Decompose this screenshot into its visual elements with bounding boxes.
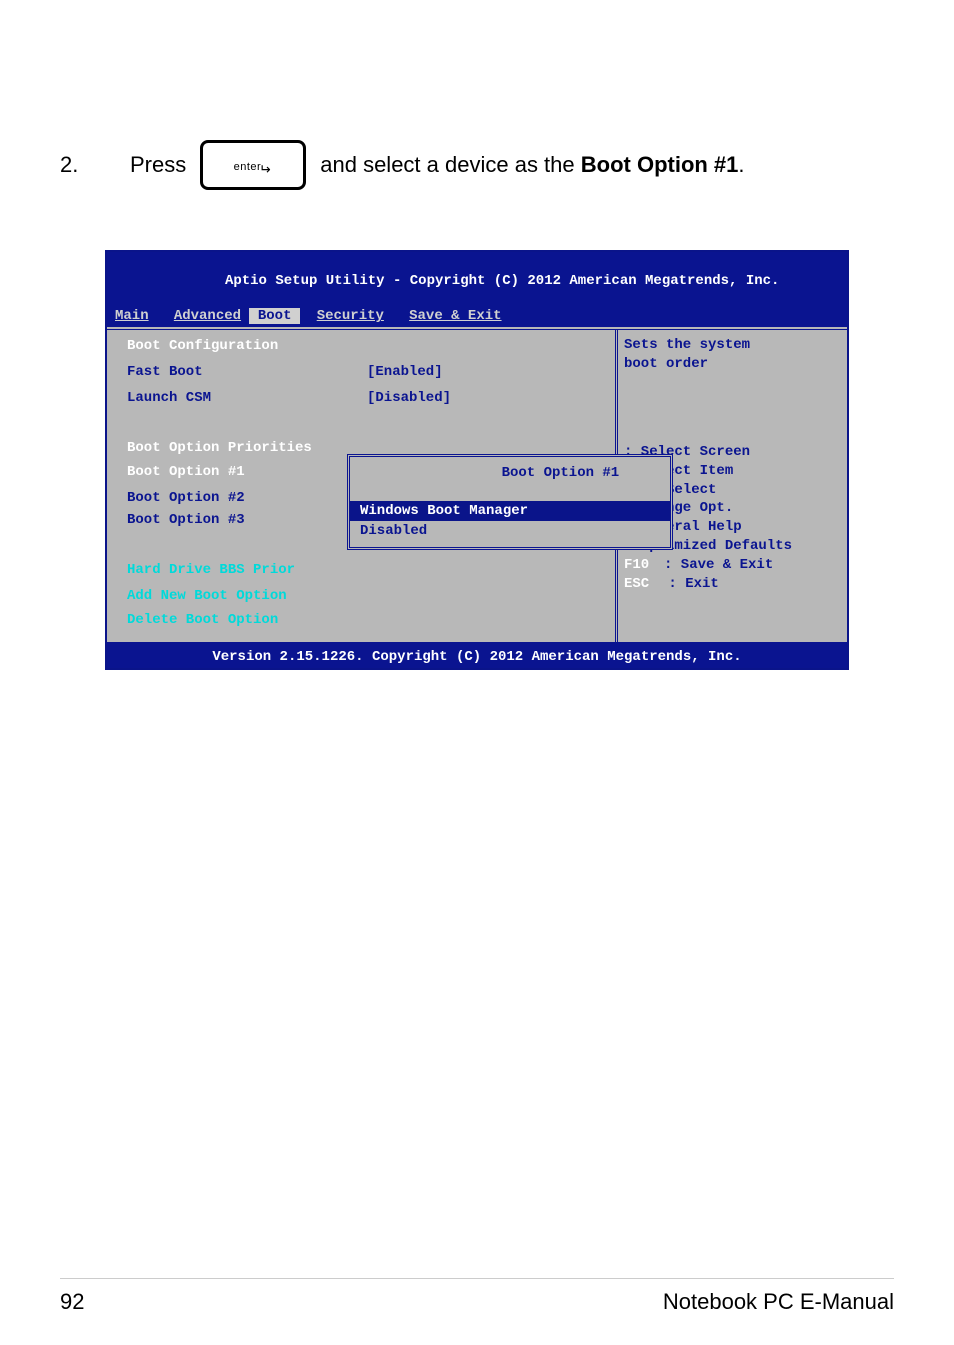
fast-boot-label: Fast Boot	[127, 364, 367, 380]
popup-item-disabled[interactable]: Disabled	[350, 521, 670, 541]
bios-title-text: Aptio Setup Utility - Copyright (C) 2012…	[225, 273, 780, 289]
launch-csm-value[interactable]: [Disabled]	[367, 390, 451, 406]
boot-option-ref: Boot Option #1	[581, 152, 739, 177]
tab-security[interactable]: Security	[317, 308, 384, 324]
popup-item-windows-boot-manager[interactable]: Windows Boot Manager	[350, 501, 670, 521]
tab-boot[interactable]: Boot	[249, 308, 299, 324]
bios-tab-bar: Main Advanced Boot Security Save & Exit	[107, 308, 847, 326]
instruction-line: 2. Press enter ↵ and select a device as …	[60, 140, 894, 190]
page-footer: 92 Notebook PC E-Manual	[0, 1278, 954, 1315]
tab-main[interactable]: Main	[115, 308, 149, 324]
bios-footer: Version 2.15.1226. Copyright (C) 2012 Am…	[107, 642, 847, 668]
period: .	[738, 152, 744, 177]
bios-left-panel: Boot Configuration Fast Boot [Enabled] L…	[107, 330, 615, 642]
document-title: Notebook PC E-Manual	[663, 1289, 894, 1315]
boot-option-1-label: Boot Option #1	[127, 464, 367, 480]
page-number: 92	[60, 1289, 84, 1315]
launch-csm-label: Launch CSM	[127, 390, 367, 406]
text-after: and select a device as the	[320, 152, 581, 177]
fast-boot-value[interactable]: [Enabled]	[367, 364, 443, 380]
boot-option-3-label[interactable]: Boot Option #3	[127, 512, 367, 528]
step-number: 2.	[60, 152, 90, 178]
tab-save-exit[interactable]: Save & Exit	[409, 308, 501, 324]
return-arrow-icon: ↵	[259, 161, 271, 178]
boot-configuration-heading: Boot Configuration	[127, 338, 367, 354]
bios-screenshot: Aptio Setup Utility - Copyright (C) 2012…	[105, 250, 849, 670]
boot-option-2-label[interactable]: Boot Option #2	[127, 490, 367, 506]
delete-boot-option[interactable]: Delete Boot Option	[127, 612, 278, 628]
legend-f10-key: F10	[624, 556, 664, 575]
hard-drive-bbs[interactable]: Hard Drive BBS Prior	[127, 562, 295, 578]
popup-title: Boot Option #1	[350, 447, 670, 501]
enter-key-label: enter	[234, 161, 262, 173]
legend-exit: : Exit	[668, 575, 718, 594]
bios-title: Aptio Setup Utility - Copyright (C) 2012…	[107, 252, 847, 308]
tab-advanced[interactable]: Advanced	[174, 308, 241, 324]
bios-body: Boot Configuration Fast Boot [Enabled] L…	[107, 326, 847, 642]
text-press: Press	[130, 152, 186, 178]
help-text: Sets the system boot order	[624, 336, 839, 372]
legend-save-exit: : Save & Exit	[664, 556, 773, 575]
boot-option-popup: Boot Option #1 Windows Boot Manager Disa…	[347, 454, 673, 550]
help-line-1: Sets the system	[624, 336, 839, 354]
footer-divider	[60, 1278, 894, 1279]
legend-esc-key: ESC	[624, 575, 660, 594]
help-line-2: boot order	[624, 355, 839, 373]
add-new-boot-option[interactable]: Add New Boot Option	[127, 588, 287, 604]
enter-key-icon: enter ↵	[200, 140, 306, 190]
boot-option-priorities-heading: Boot Option Priorities	[127, 440, 367, 456]
legend-select: Select	[666, 481, 716, 500]
